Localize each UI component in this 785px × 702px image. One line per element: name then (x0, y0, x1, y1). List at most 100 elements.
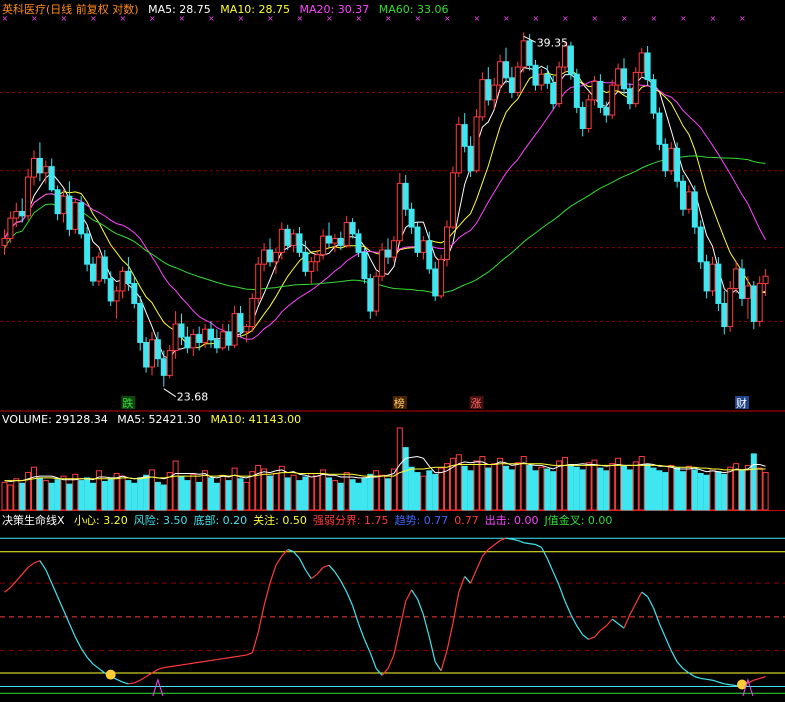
indicator-segment (676, 661, 684, 669)
volume-bar (573, 466, 580, 511)
volume-bar (172, 460, 179, 511)
candle-body (243, 326, 250, 333)
indicator-segment (475, 555, 483, 570)
candle-body (113, 290, 120, 302)
indicator-segment (546, 558, 554, 573)
candle-body (48, 166, 55, 191)
volume-bar (597, 467, 604, 511)
candle-body (172, 323, 179, 352)
indicator-segment (617, 623, 625, 629)
candle-body (674, 147, 681, 182)
volume-bar (272, 472, 279, 511)
candle-body (662, 143, 669, 172)
candle-body (249, 297, 256, 328)
volume-bar (762, 472, 769, 511)
volume-bar (154, 481, 161, 511)
indicator-segment (470, 569, 478, 584)
indicator-segment (193, 661, 200, 664)
volume-bar (408, 466, 415, 511)
indicator-segment (753, 677, 760, 681)
candle-body (656, 112, 663, 145)
indicator-segment (181, 663, 188, 666)
indicator-segment (39, 560, 47, 571)
indicator-legend-item-8: J值金叉: 0.00 (544, 514, 613, 527)
candle-body (13, 210, 20, 219)
indicator-segment (605, 618, 613, 627)
indicator-segment (51, 582, 59, 597)
indicator-segment (570, 614, 578, 627)
indicator-segment (228, 656, 235, 659)
candle-body (272, 251, 279, 263)
candle-body (160, 358, 167, 376)
candle-body (231, 313, 238, 346)
indicator-legend-item-0: 小心: 3.20 (74, 514, 128, 527)
candle-body (514, 66, 521, 93)
candle-body (261, 249, 268, 265)
candle-body (691, 191, 698, 228)
indicator-segment (452, 592, 460, 624)
indicator-segment (128, 682, 135, 685)
candle-body (615, 68, 622, 86)
volume-bar (202, 470, 209, 511)
volume-bar (78, 480, 85, 511)
top-marker: × (474, 14, 481, 23)
candle-body (267, 249, 273, 263)
candle-body (78, 202, 85, 235)
candle-body (597, 80, 604, 108)
volume-bar (544, 468, 551, 511)
indicator-legend-item-7: 出击: 0.00 (484, 514, 539, 527)
indicator-segment (21, 567, 29, 575)
volume-bar (467, 470, 474, 511)
indicator-segment (157, 667, 164, 671)
indicator-segment (487, 544, 495, 550)
volume-bar (243, 481, 250, 511)
indicator-segment (387, 654, 395, 669)
volume-bar (756, 467, 763, 511)
volume-bar (721, 473, 728, 511)
candle-body (467, 145, 474, 172)
indicator-segment (670, 650, 678, 663)
candle-body (25, 176, 32, 217)
indicator-segment (251, 632, 259, 653)
candle-body (302, 251, 309, 272)
indicator-segment (682, 668, 690, 674)
volume-bar (290, 474, 297, 511)
stock-chart: 39.3523.68× × × × × × × × × × × × × × × × × × × × × × × × × ×跌榜涨财 (0, 14, 785, 697)
candle-body (308, 261, 315, 272)
indicator-segment (434, 661, 442, 672)
volume-bar (326, 477, 332, 511)
indicator-segment (576, 625, 584, 636)
volume-bar (680, 471, 686, 511)
price-title: 英科医疗(日线 前复权 对数) (2, 3, 139, 16)
candle-body (119, 270, 126, 292)
volume-bar (733, 463, 740, 511)
candle-body (219, 331, 226, 349)
indicator-legend-item-5: 趋势: 0.77 (394, 514, 449, 527)
indicator-segment (27, 562, 35, 568)
volume-bar (473, 460, 480, 511)
candle-body (638, 52, 645, 73)
volume-bar (591, 459, 598, 511)
top-marker: × (592, 14, 599, 23)
indicator-segment (405, 589, 413, 602)
indicator-segment (205, 659, 212, 662)
volume-value: VOLUME: 29128.34 (2, 413, 108, 426)
indicator-segment (240, 654, 247, 657)
candle-body (703, 261, 710, 292)
indicator-segment (381, 668, 389, 676)
top-marker: × (651, 14, 658, 23)
candle-body (485, 79, 492, 101)
indicator-segment (712, 679, 719, 683)
indicator-segment (658, 623, 666, 638)
indicator-segment (122, 681, 129, 685)
volume-bar (420, 475, 427, 511)
volume-bar (1, 481, 8, 511)
indicator-segment (481, 549, 489, 557)
candle-body (154, 339, 161, 360)
indicator-segment (635, 591, 643, 604)
volume-bar (178, 476, 185, 511)
candle-body (585, 99, 592, 130)
candle-body (609, 84, 616, 116)
candle-body (349, 222, 356, 235)
volume-bar (461, 465, 468, 511)
